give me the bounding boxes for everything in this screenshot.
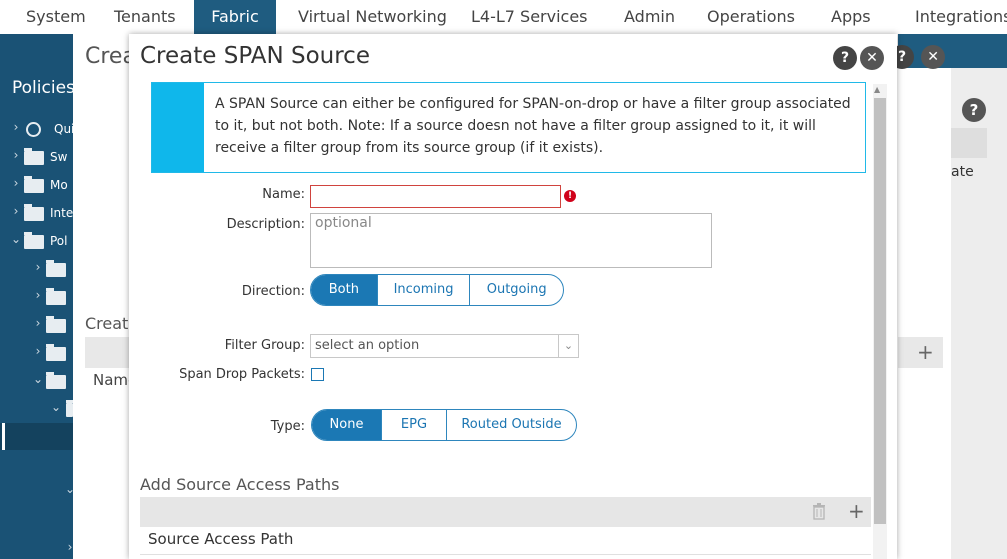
type-label: Type: <box>270 419 305 434</box>
info-text: A SPAN Source can either be configured f… <box>215 96 851 156</box>
tree-item-policies[interactable]: ⌄ Pol <box>10 232 73 252</box>
chevron-right-icon: › <box>35 260 41 274</box>
tree-item-interfaces[interactable]: › Inte <box>10 204 73 224</box>
name-label: Name: <box>262 187 305 202</box>
chevron-down-icon: ⌄ <box>558 335 578 357</box>
folder-icon <box>24 148 44 165</box>
error-icon: ! <box>564 190 576 202</box>
type-epg-button[interactable]: EPG <box>381 410 446 440</box>
type-routed-outside-button[interactable]: Routed Outside <box>446 410 576 440</box>
nav-fabric[interactable]: Fabric <box>194 0 276 34</box>
chevron-down-icon: ⌄ <box>32 372 44 386</box>
create-span-source-dialog: Create SPAN Source ? ✕ ▲ A SPAN Source c… <box>129 34 897 559</box>
tree-item-collapsed[interactable]: › <box>64 540 73 559</box>
tree-item-child[interactable]: › <box>32 316 73 336</box>
chevron-right-icon: › <box>35 344 41 358</box>
direction-label: Direction: <box>241 284 305 299</box>
direction-both-button[interactable]: Both <box>311 275 377 305</box>
folder-icon <box>46 316 66 333</box>
span-drop-checkbox[interactable] <box>311 368 324 381</box>
filter-group-select[interactable]: select an option ⌄ <box>310 334 579 358</box>
chevron-right-icon: › <box>13 148 19 162</box>
nav-virtual-networking[interactable]: Virtual Networking <box>298 0 447 34</box>
chevron-right-icon: › <box>13 120 19 134</box>
close-icon[interactable]: ✕ <box>921 45 946 69</box>
span-drop-label: Span Drop Packets: <box>179 367 305 382</box>
info-stripe <box>152 83 204 172</box>
type-none-button[interactable]: None <box>312 410 381 440</box>
direction-toggle: Both Incoming Outgoing <box>310 274 564 306</box>
tree-item-grandchild[interactable]: ⌄ <box>50 400 74 420</box>
plus-icon[interactable]: + <box>917 340 934 364</box>
scrollbar-thumb[interactable] <box>874 98 886 524</box>
nav-l4-l7-services[interactable]: L4-L7 Services <box>471 0 588 34</box>
nav-apps[interactable]: Apps <box>831 0 871 34</box>
filter-group-label: Filter Group: <box>224 338 305 353</box>
folder-icon <box>46 288 66 305</box>
description-field[interactable]: optional <box>310 213 712 268</box>
background-right-label: ate <box>951 164 974 180</box>
tree-item-switches[interactable]: › Sw <box>10 148 73 168</box>
help-icon[interactable]: ? <box>833 46 857 70</box>
top-navigation: System Tenants Fabric Virtual Networking… <box>0 0 1007 34</box>
name-field[interactable] <box>310 185 561 208</box>
folder-icon <box>24 232 44 249</box>
tree-item-collapsed[interactable]: ⌄ <box>64 482 75 502</box>
chevron-down-icon: ⌄ <box>50 400 62 414</box>
nav-system[interactable]: System <box>26 0 86 34</box>
description-placeholder: optional <box>315 215 372 231</box>
tree-item-child[interactable]: › <box>32 344 73 364</box>
divider <box>140 554 871 555</box>
nav-tenants[interactable]: Tenants <box>114 0 176 34</box>
trash-icon[interactable] <box>812 503 826 520</box>
sidebar-title: Policies <box>12 78 75 98</box>
nav-operations[interactable]: Operations <box>707 0 795 34</box>
nav-integrations[interactable]: Integrations <box>915 0 1007 34</box>
folder-icon <box>46 372 66 389</box>
folder-icon <box>46 344 66 361</box>
direction-incoming-button[interactable]: Incoming <box>376 275 470 305</box>
background-create-label: Creat <box>85 314 129 333</box>
chevron-right-icon: › <box>35 288 41 302</box>
tree-item-child[interactable]: › <box>32 288 73 308</box>
scroll-up-arrow-icon[interactable]: ▲ <box>874 85 880 94</box>
tree-item-modules[interactable]: › Mo <box>10 176 73 196</box>
tree-item-selected[interactable] <box>0 423 73 450</box>
nav-admin[interactable]: Admin <box>624 0 675 34</box>
quick-start-icon <box>26 122 41 137</box>
close-icon[interactable]: ✕ <box>860 46 884 70</box>
folder-icon <box>66 400 74 417</box>
chevron-down-icon: ⌄ <box>10 232 22 246</box>
chevron-right-icon: › <box>35 316 41 330</box>
help-icon[interactable]: ? <box>962 98 986 122</box>
description-label: Description: <box>226 217 305 232</box>
plus-icon[interactable]: + <box>848 499 865 523</box>
dialog-title: Create SPAN Source <box>140 43 370 69</box>
chevron-right-icon: › <box>13 204 19 218</box>
background-dialog-buttons: ? ✕ <box>890 45 946 69</box>
folder-icon <box>46 260 66 277</box>
tree-item-child[interactable]: › <box>32 260 73 280</box>
chevron-right-icon: › <box>13 176 19 190</box>
filter-group-value: select an option <box>315 338 420 353</box>
source-access-path-column[interactable]: Source Access Path <box>148 530 293 548</box>
tools-icon[interactable] <box>951 128 987 158</box>
info-message: A SPAN Source can either be configured f… <box>151 82 866 173</box>
source-access-paths-title: Add Source Access Paths <box>140 475 340 494</box>
type-toggle: None EPG Routed Outside <box>311 409 577 441</box>
tree-item-quick-start[interactable]: › Qui <box>10 120 74 140</box>
direction-outgoing-button[interactable]: Outgoing <box>469 275 563 305</box>
tree-item-child[interactable]: ⌄ <box>32 372 73 392</box>
folder-icon <box>24 204 44 221</box>
folder-icon <box>24 176 44 193</box>
paths-table-toolbar: + <box>140 497 871 527</box>
